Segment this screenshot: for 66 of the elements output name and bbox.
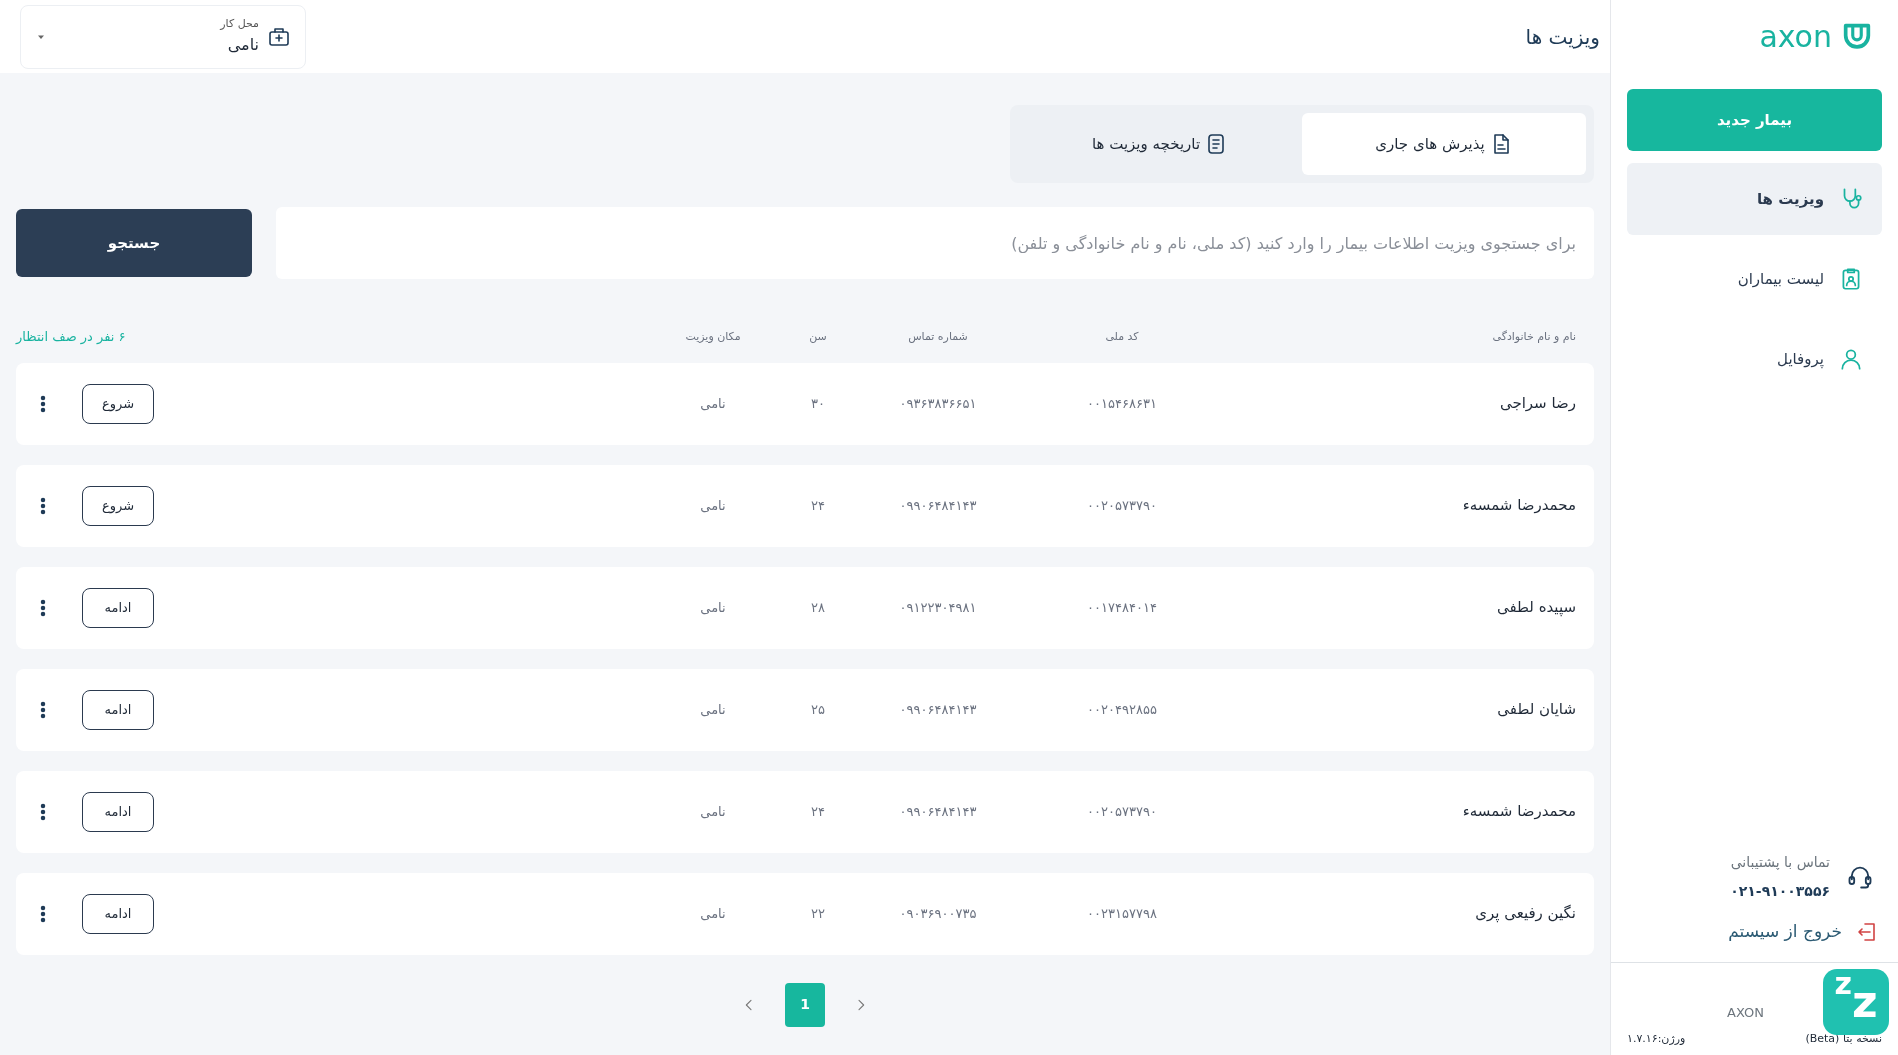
workplace-value: نامی [226, 33, 259, 56]
national-code: ۰۰۱۵۴۶۸۶۳۱ [1086, 394, 1158, 413]
action-button[interactable]: ادامه [82, 587, 154, 628]
visit-place: نامی [699, 598, 727, 617]
phone-number: ۰۹۹۰۶۴۸۴۱۴۳ [898, 496, 978, 515]
column-header: سن [808, 328, 828, 345]
age-cell-text: ۲۸ [810, 598, 826, 617]
kebab-icon [40, 904, 46, 924]
kebab-icon [40, 394, 46, 414]
search-button[interactable]: جستجو [16, 209, 252, 277]
visit-place: نامی [699, 496, 727, 515]
brand-text: AXON [1727, 1004, 1764, 1022]
phone-number: ۰۹۹۰۶۴۸۴۱۴۳ [898, 802, 978, 821]
action-button[interactable]: ادامه [82, 893, 154, 934]
visit-place: نامی [699, 394, 727, 413]
national-code: ۰۰۲۰۴۹۲۸۵۵ [1086, 700, 1158, 719]
support-phone: ۰۲۱-۹۱۰۰۳۵۵۶ [1730, 882, 1830, 901]
age-cell-text: ۲۴ [810, 802, 826, 821]
patient-name: محمدرضا شمسه‌ء [1461, 801, 1576, 823]
sleep-badge-icon: z$^{z}$ [1823, 969, 1889, 1035]
kebab-icon [40, 700, 46, 720]
visit-place: نامی [699, 700, 727, 719]
search-field[interactable]: برای جستجوی ویزیت اطلاعات بیمار را وارد کنید (کد ملی، نام و نام خانوادگی و تلفن) [276, 207, 1594, 279]
national-code: ۰۰۲۳۱۵۷۷۹۸ [1086, 904, 1158, 923]
patient-name: سپیده لطفی [1495, 597, 1576, 619]
age-cell-text: ۳۰ [810, 394, 826, 413]
nav-item[interactable]: ویزیت ها [1627, 163, 1882, 235]
age-cell-text: ۲۴ [810, 496, 826, 515]
patient-name: شایان لطفی [1496, 699, 1576, 721]
workplace-select[interactable]: محل کار نامی [20, 4, 306, 69]
queue-count: ۶ نفر در صف انتظار [16, 328, 127, 347]
kebab-icon [40, 802, 46, 822]
tab[interactable]: تاریخچه ویزیت ها [1018, 113, 1302, 175]
version-text: ورژن:۱.۷.۱۶ [1627, 1030, 1686, 1047]
nav-item[interactable]: لیست بیماران [1627, 243, 1882, 315]
column-header: نام و نام خانوادگی [1491, 328, 1576, 345]
action-button[interactable]: شروع [82, 485, 154, 526]
action-button[interactable]: شروع [82, 383, 154, 424]
column-header: مکان ویزیت [684, 328, 742, 345]
patient-name: نگین رفیعی پری [1474, 903, 1576, 925]
phone-number: ۰۹۹۰۶۴۸۴۱۴۳ [898, 700, 978, 719]
phone-number: ۰۹۳۶۳۸۳۶۶۵۱ [898, 394, 978, 413]
national-code: ۰۰۱۷۴۸۴۰۱۴ [1086, 598, 1158, 617]
nav-item[interactable]: پروفایل [1627, 323, 1882, 395]
action-button[interactable]: ادامه [82, 689, 154, 730]
visit-place: نامی [699, 802, 727, 821]
patient-name: رضا سراجی [1498, 393, 1576, 415]
phone-number: ۰۹۱۲۲۳۰۴۹۸۱ [898, 598, 978, 617]
column-header: کد ملی [1104, 328, 1140, 345]
kebab-icon [40, 496, 46, 516]
action-button[interactable]: ادامه [82, 791, 154, 832]
national-code: ۰۰۲۰۵۷۳۷۹۰ [1086, 496, 1158, 515]
tab[interactable]: پذیرش های جاری [1302, 113, 1586, 175]
support-label: تماس با پشتیبانی [1730, 853, 1830, 873]
kebab-icon [40, 598, 46, 618]
logout-link[interactable]: خروج از سیستم [1611, 902, 1898, 962]
national-code: ۰۰۲۰۵۷۳۷۹۰ [1086, 802, 1158, 821]
workplace-label: محل کار [220, 16, 259, 33]
visit-place: نامی [699, 904, 727, 923]
age-cell-text: ۲۵ [810, 700, 826, 719]
logo-text: axon [1759, 18, 1832, 56]
column-header: شماره تماس [907, 328, 969, 345]
age-cell-text: ۲۲ [810, 904, 826, 923]
patient-name: محمدرضا شمسه‌ء [1461, 495, 1576, 517]
page-title: ویزیت ها [1525, 23, 1600, 51]
phone-number: ۰۹۰۳۶۹۰۰۷۳۵ [898, 904, 978, 923]
